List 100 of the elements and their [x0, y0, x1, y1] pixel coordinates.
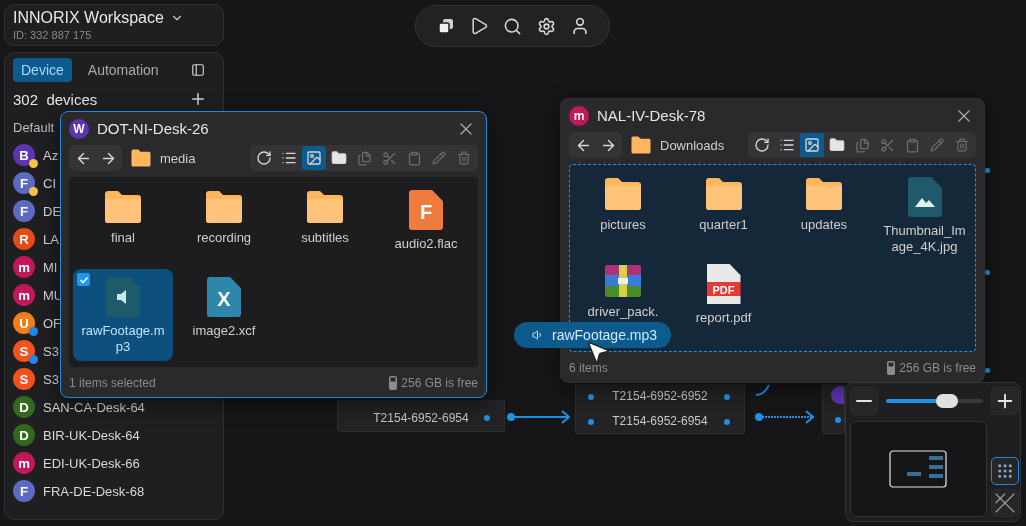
- device-name[interactable]: FRA-DE-Desk-68: [43, 483, 145, 499]
- node-label: T2154-6952-6952: [612, 389, 708, 404]
- sidebar-tab[interactable]: Automation: [79, 58, 167, 82]
- connector-stub: [985, 270, 990, 275]
- file-item[interactable]: F audio2.flac: [376, 182, 476, 252]
- device-name[interactable]: S3: [43, 371, 59, 387]
- folder-icon: [331, 150, 347, 166]
- device-avatar: R: [13, 228, 35, 250]
- zoom-out-button[interactable]: [850, 387, 878, 415]
- device-name[interactable]: EDI-UK-Desk-66: [43, 455, 140, 471]
- fit-view-button[interactable]: [991, 489, 1019, 517]
- device-name[interactable]: MI: [43, 259, 58, 275]
- file-item[interactable]: driver_pack.: [573, 256, 673, 320]
- crossed-lines-icon: [994, 492, 1016, 514]
- device-avatar: D: [13, 396, 35, 418]
- file-item[interactable]: recording: [174, 182, 274, 246]
- device-name[interactable]: CI: [43, 175, 56, 191]
- device-name[interactable]: SAN-CA-Desk-64: [43, 399, 145, 415]
- device-name[interactable]: BIR-UK-Desk-64: [43, 427, 140, 443]
- minimap[interactable]: [850, 421, 987, 517]
- workspace-id: ID: 332 887 175: [13, 29, 93, 41]
- node-label: T2154-6952-6954: [373, 411, 469, 425]
- file-name: report.pdf: [694, 310, 753, 326]
- list-icon: [281, 150, 297, 166]
- connector-arrow: [755, 409, 817, 425]
- status-text: 1 items selected: [69, 376, 156, 390]
- file-name: rawFootage.mp3: [81, 323, 165, 355]
- device-name[interactable]: DE: [43, 203, 62, 219]
- connector-stub: [985, 168, 990, 173]
- device-avatar: F: [13, 172, 35, 194]
- grid-view-button[interactable]: [302, 146, 326, 170]
- file-name: driver_pack.: [586, 304, 660, 320]
- connector-stub: [985, 368, 990, 373]
- zoom-slider[interactable]: [886, 394, 983, 408]
- folder-icon: [305, 190, 345, 224]
- free-space-text: 256 GB is free: [899, 361, 976, 375]
- file-name: quarter1: [698, 217, 749, 233]
- file-name: Thumbnail_Image_4K.jpg: [882, 223, 967, 255]
- sidebar-tab[interactable]: Device: [13, 58, 72, 82]
- zoom-in-button[interactable]: [991, 387, 1019, 415]
- add-icon[interactable]: [189, 90, 207, 108]
- port-dot[interactable]: [588, 394, 594, 400]
- device-name[interactable]: S3: [43, 343, 59, 359]
- device-avatar: F: [13, 200, 35, 222]
- stacked-squares-icon: [436, 17, 455, 35]
- speaker-icon: [532, 329, 544, 341]
- image-icon: [306, 150, 322, 166]
- file-item[interactable]: updates: [774, 169, 874, 233]
- port-dot[interactable]: [588, 418, 594, 425]
- status-text: 6 items: [569, 361, 608, 375]
- port-dot[interactable]: [835, 417, 841, 423]
- port-dot[interactable]: [724, 394, 730, 400]
- copy-icon: [854, 137, 870, 153]
- file-item[interactable]: final: [73, 182, 173, 246]
- port-dot[interactable]: [484, 415, 490, 421]
- device-avatar: m: [569, 105, 589, 126]
- connector-line: [754, 384, 772, 397]
- folder-icon: [829, 137, 845, 153]
- device-name[interactable]: OF: [43, 315, 62, 331]
- folder-icon: [103, 190, 143, 224]
- window-title: DOT-NI-Desk-26: [97, 120, 210, 137]
- folder-icon: [703, 177, 744, 211]
- panel-toggle-icon[interactable]: [191, 63, 205, 77]
- storage-icon: [887, 361, 896, 375]
- flow-node[interactable]: [822, 384, 845, 434]
- folder-icon: [130, 149, 152, 167]
- archive-icon: [603, 264, 643, 298]
- flow-node[interactable]: T2154-6952-6954: [337, 400, 505, 432]
- workspace-name: INNORIX Workspace: [13, 9, 164, 27]
- device-name[interactable]: Az: [43, 147, 59, 163]
- image-icon: [804, 137, 820, 153]
- checkbox[interactable]: [77, 273, 90, 286]
- storage-icon: [389, 376, 398, 390]
- file-item[interactable]: X image2.xcf: [174, 269, 274, 339]
- workspace-header[interactable]: INNORIX Workspace ID: 332 887 175: [4, 4, 224, 46]
- dot-grid-icon: [996, 462, 1014, 480]
- file-item[interactable]: rawFootage.mp3: [73, 269, 173, 361]
- audio-file-icon: [106, 277, 140, 317]
- clipboard-icon: [406, 150, 422, 166]
- group-label: Default: [13, 120, 55, 135]
- refresh-icon: [754, 137, 770, 153]
- check-icon: [78, 274, 89, 285]
- file-item[interactable]: subtitles: [275, 182, 375, 246]
- file-item[interactable]: PDF report.pdf: [673, 256, 774, 326]
- slider-thumb[interactable]: [936, 394, 959, 408]
- snap-grid-button[interactable]: [991, 457, 1019, 485]
- port-dot[interactable]: [724, 418, 730, 425]
- file-item[interactable]: pictures: [573, 169, 673, 233]
- folder-icon: [630, 136, 652, 154]
- flow-node[interactable]: T2154-6952-6952 T2154-6952-6954: [575, 384, 745, 434]
- device-avatar: m: [13, 452, 35, 474]
- pencil-icon: [930, 138, 944, 152]
- minimap-drawing: [888, 450, 949, 488]
- file-item[interactable]: quarter1: [673, 169, 774, 233]
- file-item[interactable]: Thumbnail_Image_4K.jpg: [874, 169, 975, 255]
- pencil-icon: [432, 151, 446, 165]
- device-name[interactable]: LA: [43, 231, 59, 247]
- image-file-icon: [907, 177, 942, 217]
- device-avatar: W: [69, 118, 89, 139]
- grid-view-button[interactable]: [800, 133, 824, 157]
